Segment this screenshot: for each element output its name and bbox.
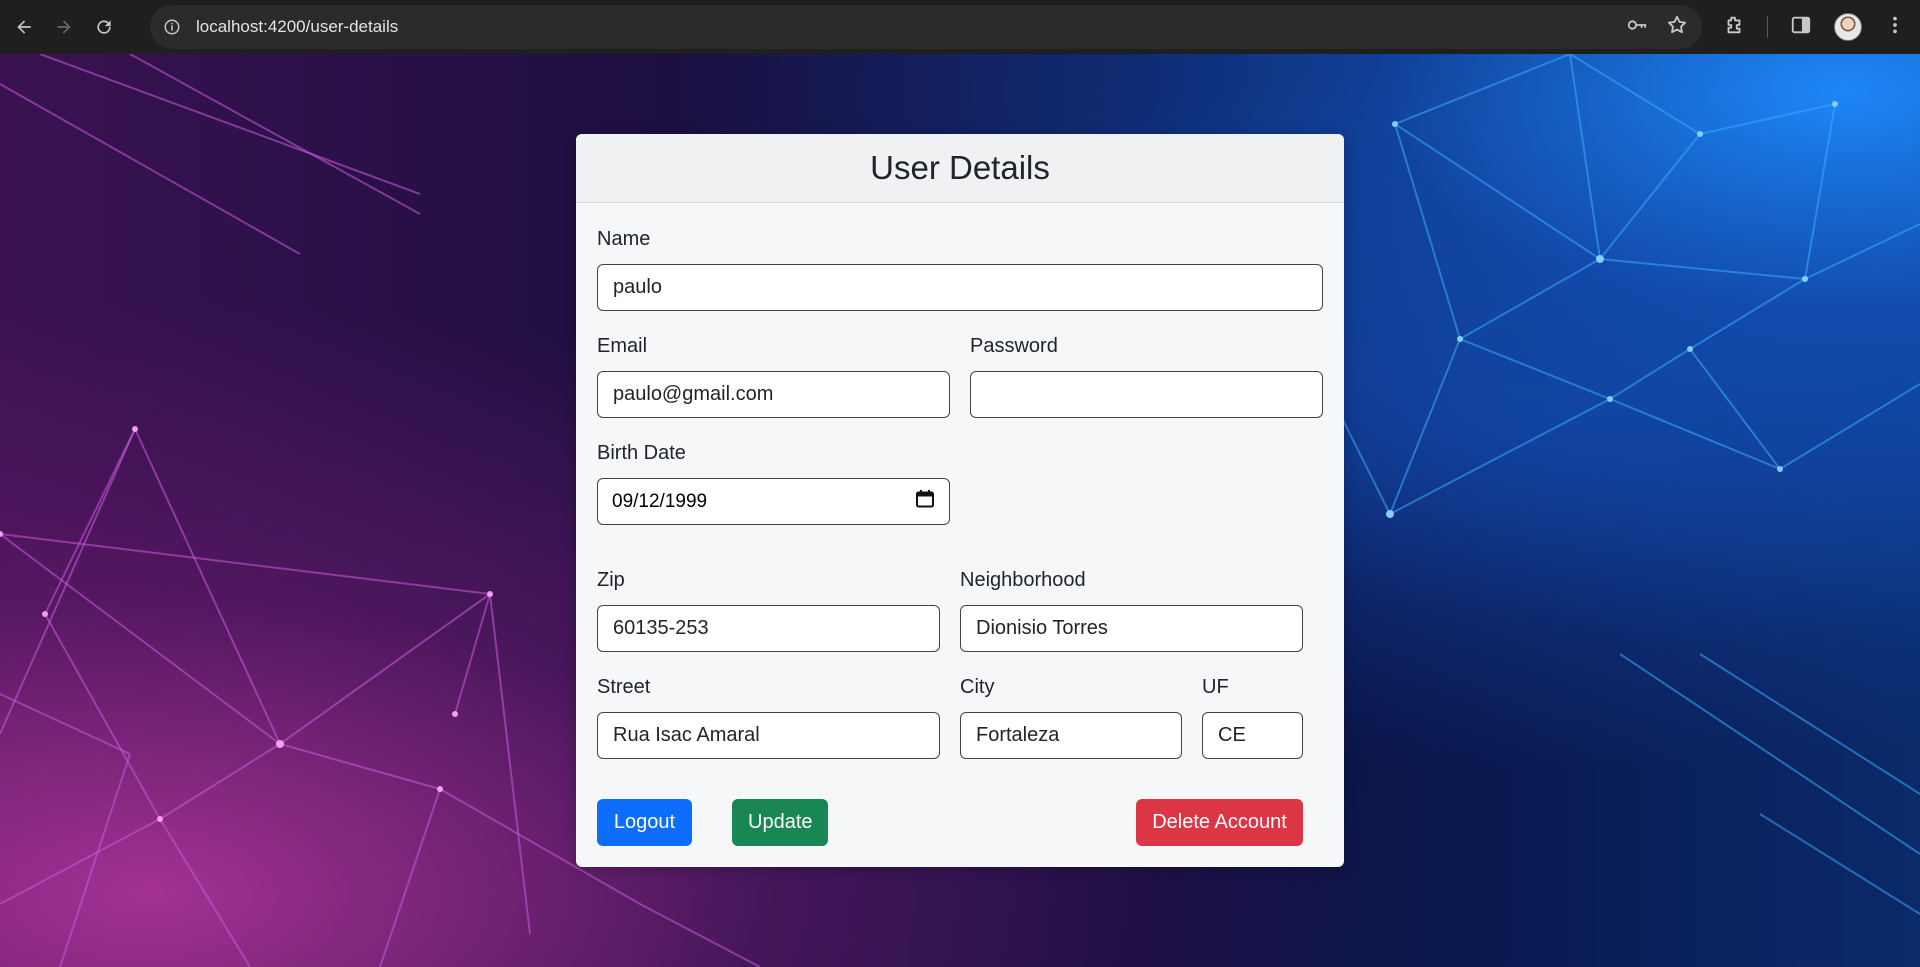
- calendar-icon[interactable]: [915, 489, 935, 514]
- street-input[interactable]: [597, 712, 940, 759]
- city-label: City: [960, 676, 995, 698]
- password-label: Password: [970, 335, 1058, 357]
- neighborhood-input[interactable]: [960, 605, 1303, 652]
- birth-date-value: 09/12/1999: [612, 490, 708, 512]
- menu-dots-icon[interactable]: [1884, 14, 1906, 41]
- extensions-icon[interactable]: [1723, 14, 1745, 41]
- birth-date-label: Birth Date: [597, 442, 686, 464]
- name-input[interactable]: [597, 264, 1323, 311]
- address-bar[interactable]: localhost:4200/user-details: [150, 5, 1702, 49]
- name-label: Name: [597, 228, 651, 250]
- neighborhood-label: Neighborhood: [960, 569, 1086, 591]
- page-background: User Details Name Email Password Birth D…: [0, 54, 1920, 967]
- page-title: User Details: [870, 149, 1050, 186]
- zip-input[interactable]: [597, 605, 940, 652]
- user-details-card: User Details Name Email Password Birth D…: [576, 134, 1344, 867]
- reload-icon[interactable]: [88, 11, 120, 43]
- uf-input[interactable]: [1202, 712, 1303, 759]
- back-icon[interactable]: [8, 11, 40, 43]
- site-info-icon[interactable]: [162, 17, 182, 37]
- email-input[interactable]: [597, 371, 950, 418]
- uf-label: UF: [1202, 676, 1229, 698]
- password-input[interactable]: [970, 371, 1323, 418]
- email-label: Email: [597, 335, 648, 357]
- browser-toolbar: localhost:4200/user-details: [0, 0, 1920, 54]
- zip-label: Zip: [597, 569, 625, 591]
- toolbar-divider: [1767, 16, 1768, 38]
- delete-account-button[interactable]: Delete Account: [1136, 799, 1303, 846]
- side-panel-icon[interactable]: [1790, 14, 1812, 41]
- birth-date-input[interactable]: 09/12/1999: [597, 478, 950, 525]
- bookmark-star-icon[interactable]: [1666, 14, 1688, 41]
- street-label: Street: [597, 676, 651, 698]
- city-input[interactable]: [960, 712, 1182, 759]
- forward-icon[interactable]: [48, 11, 80, 43]
- update-button[interactable]: Update: [732, 799, 828, 846]
- password-key-icon[interactable]: [1626, 14, 1648, 41]
- logout-button[interactable]: Logout: [597, 799, 692, 846]
- url-text[interactable]: localhost:4200/user-details: [196, 17, 398, 37]
- card-header: User Details: [576, 134, 1344, 203]
- profile-avatar[interactable]: [1834, 13, 1862, 41]
